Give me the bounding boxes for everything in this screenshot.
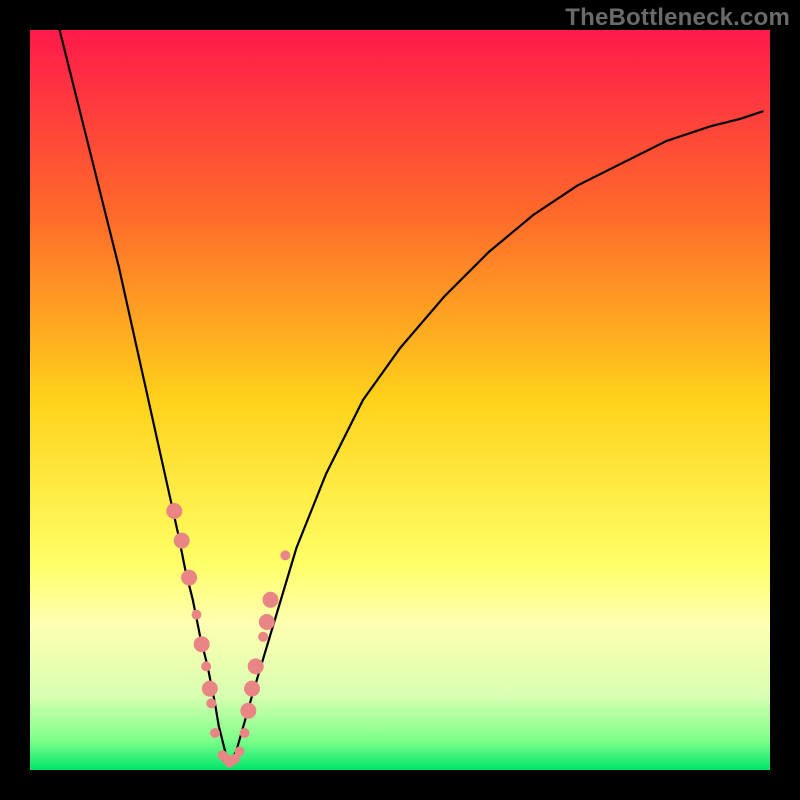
scatter-point bbox=[248, 658, 264, 674]
scatter-point bbox=[192, 610, 202, 620]
scatter-point bbox=[240, 728, 250, 738]
scatter-point bbox=[244, 681, 260, 697]
scatter-point bbox=[263, 592, 279, 608]
gradient-background bbox=[30, 30, 770, 770]
scatter-point bbox=[202, 681, 218, 697]
scatter-point bbox=[174, 533, 190, 549]
scatter-point bbox=[166, 503, 182, 519]
scatter-point bbox=[194, 636, 210, 652]
bottleneck-chart bbox=[30, 30, 770, 770]
scatter-point bbox=[206, 698, 216, 708]
scatter-point bbox=[258, 632, 268, 642]
scatter-point bbox=[201, 661, 211, 671]
scatter-point bbox=[240, 703, 256, 719]
watermark-label: TheBottleneck.com bbox=[565, 4, 790, 32]
scatter-point bbox=[280, 550, 290, 560]
scatter-point bbox=[181, 570, 197, 586]
scatter-point bbox=[210, 728, 220, 738]
chart-frame: TheBottleneck.com bbox=[0, 0, 800, 800]
scatter-point bbox=[259, 614, 275, 630]
scatter-point bbox=[234, 747, 244, 757]
